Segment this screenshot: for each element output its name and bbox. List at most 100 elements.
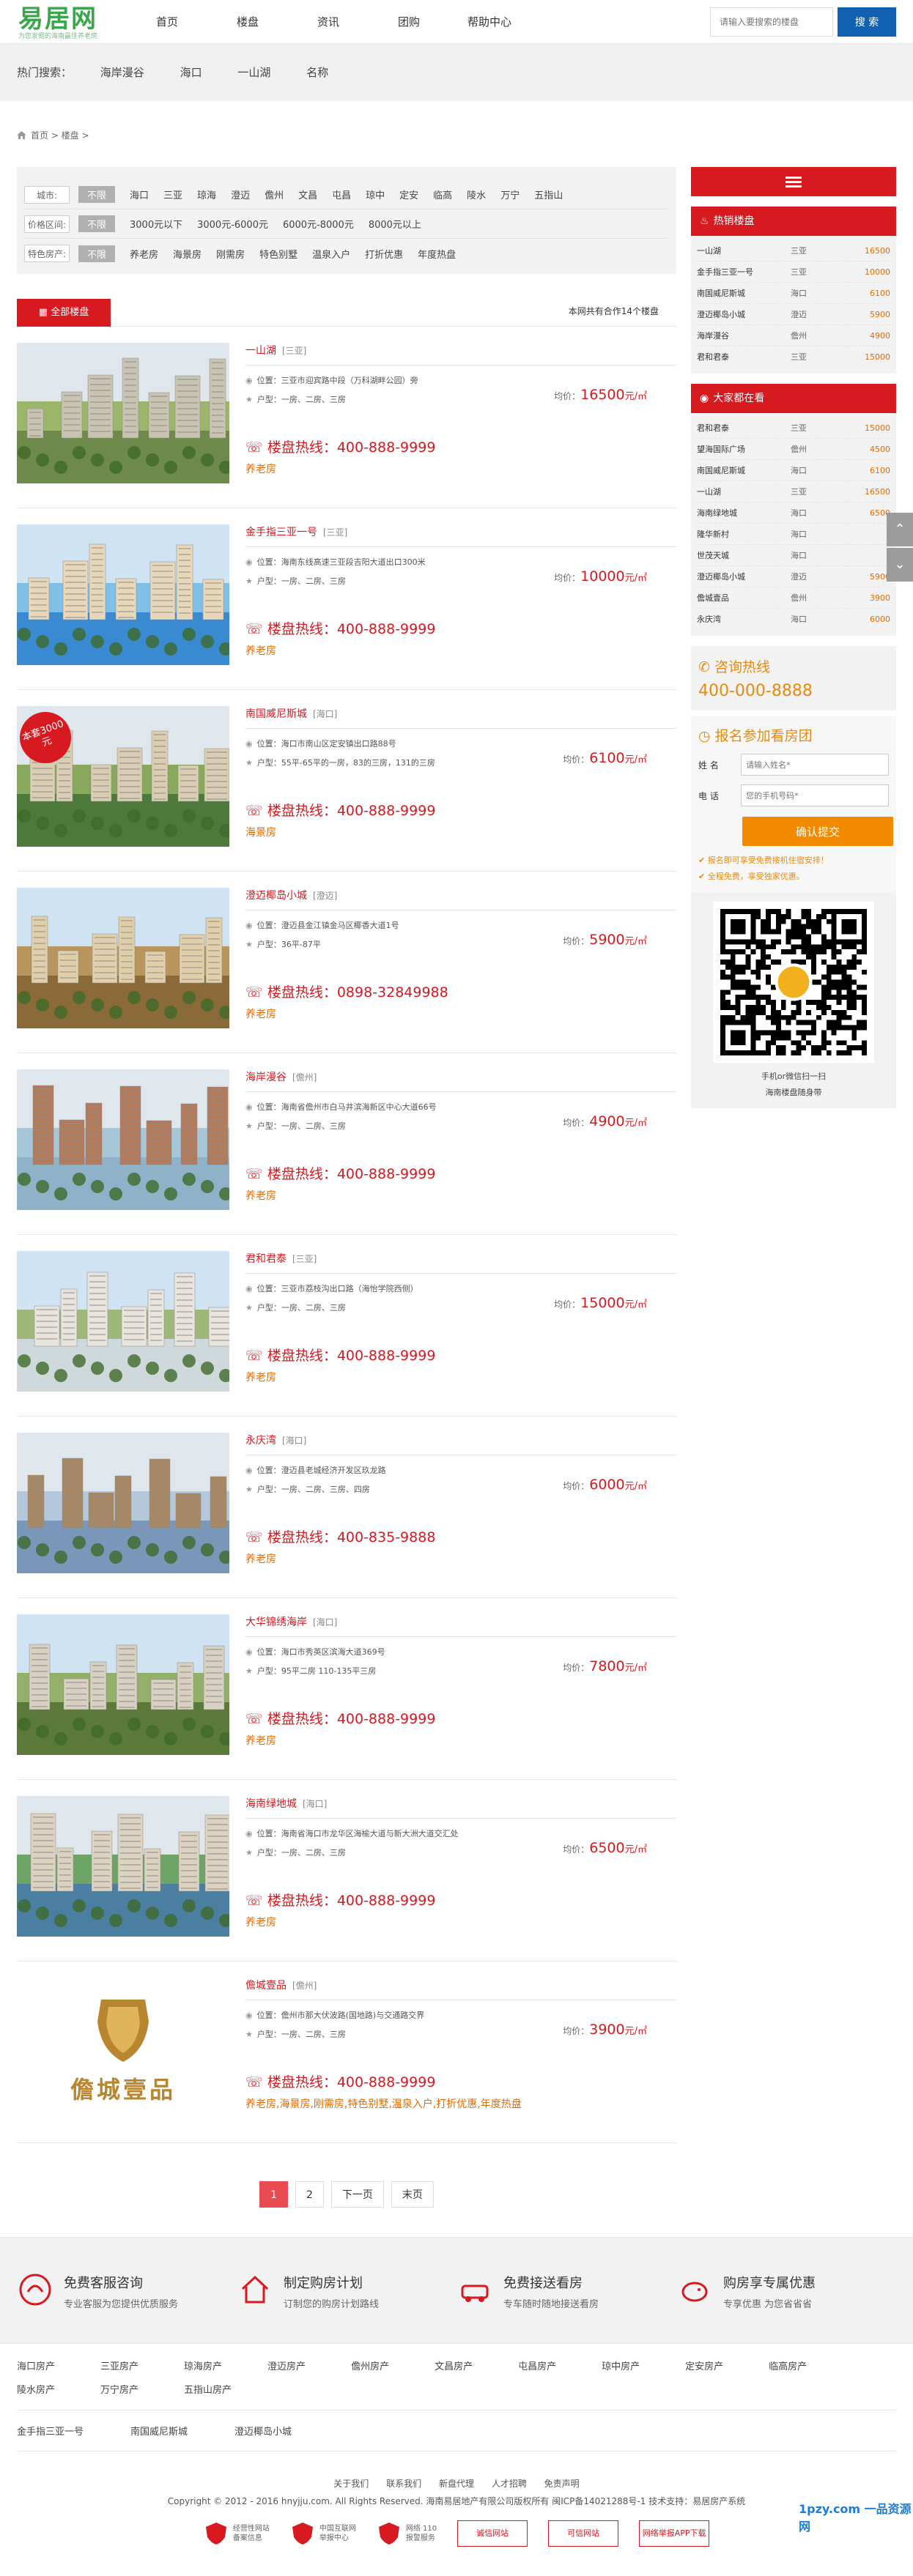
rank-row[interactable]: 海岸漫谷 儋州 4900: [697, 325, 890, 346]
rank-row[interactable]: 澄迈椰岛小城 澄迈 5900: [697, 304, 890, 325]
property-hotline[interactable]: ☏ 楼盘热线：400-888-9999: [245, 800, 435, 820]
rank-row[interactable]: 一山湖 三亚 16500: [697, 240, 890, 261]
filter-option[interactable]: 3000元-6000元: [197, 217, 268, 231]
property-tag[interactable]: 养老房: [245, 1188, 276, 1203]
property-photo[interactable]: [17, 1069, 229, 1210]
property-hotline[interactable]: ☏ 楼盘热线：400-888-9999: [245, 1345, 435, 1365]
property-hotline[interactable]: ☏ 楼盘热线：400-835-9888: [245, 1526, 435, 1546]
filter-option[interactable]: 打折优惠: [365, 247, 403, 261]
property-tag[interactable]: 养老房: [245, 1006, 276, 1021]
nav-help[interactable]: 帮助中心: [449, 0, 530, 44]
property-tag[interactable]: 养老房,海景房,刚需房,特色别墅,温泉入户,打折优惠,年度热盘: [245, 2096, 522, 2111]
property-hotline[interactable]: ☏ 楼盘热线：400-888-9999: [245, 1708, 435, 1728]
submit-button[interactable]: 确认提交: [742, 817, 893, 846]
rank-row[interactable]: 隆华新村 海口: [697, 524, 890, 545]
nav-properties[interactable]: 楼盘: [207, 0, 288, 44]
nav-groupbuy[interactable]: 团购: [369, 0, 449, 44]
filter-option-selected[interactable]: 不限: [78, 245, 116, 262]
filter-option[interactable]: 琼海: [197, 188, 216, 201]
filter-option[interactable]: 三亚: [163, 188, 182, 201]
property-photo[interactable]: [17, 524, 229, 665]
rank-row[interactable]: 君和君泰 三亚 15000: [697, 417, 890, 439]
trust-badge[interactable]: 诚信网站: [457, 2520, 528, 2547]
filter-option[interactable]: 海口: [130, 188, 149, 201]
rank-row[interactable]: 南国威尼斯城 海口 6100: [697, 283, 890, 304]
property-photo[interactable]: 儋城壹品: [17, 1978, 229, 2118]
rank-row[interactable]: 儋城壹品 儋州 3900: [697, 587, 890, 609]
property-name[interactable]: 君和君泰: [245, 1253, 287, 1265]
filter-option[interactable]: 儋州: [265, 188, 284, 201]
filter-option[interactable]: 温泉入户: [312, 247, 350, 261]
rank-row[interactable]: 一山湖 三亚 16500: [697, 481, 890, 502]
page-1[interactable]: 1: [259, 2181, 288, 2208]
filter-option[interactable]: 养老房: [130, 247, 158, 261]
filter-option[interactable]: 3000元以下: [130, 217, 182, 231]
rank-row[interactable]: 澄迈椰岛小城 澄迈 5900: [697, 566, 890, 587]
property-hotline[interactable]: ☏ 楼盘热线：400-888-9999: [245, 437, 435, 456]
city-link[interactable]: 儋州房产: [351, 2356, 389, 2379]
property-hotline[interactable]: ☏ 楼盘热线：400-888-9999: [245, 1890, 435, 1909]
filter-option-selected[interactable]: 不限: [78, 186, 116, 203]
breadcrumb-text[interactable]: 首页 > 楼盘 >: [31, 130, 89, 141]
phone-field[interactable]: [741, 784, 889, 806]
page-next[interactable]: 下一页: [330, 2181, 384, 2208]
filter-option[interactable]: 陵水: [467, 188, 486, 201]
trust-badge[interactable]: 可信网站: [548, 2520, 619, 2547]
trust-badge[interactable]: 中国互联网 举报中心: [290, 2520, 356, 2547]
site-logo[interactable]: 易居网 为您发掘的海南最佳养老房: [18, 6, 97, 40]
property-hotline[interactable]: ☏ 楼盘热线：400-888-9999: [245, 618, 435, 638]
footer-link[interactable]: 新盘代理: [439, 2479, 474, 2489]
filter-option-selected[interactable]: 不限: [78, 215, 116, 232]
city-link[interactable]: 临高房产: [769, 2356, 807, 2379]
city-link[interactable]: 海口房产: [17, 2356, 55, 2379]
hot-search-item[interactable]: 一山湖: [237, 66, 270, 79]
nav-news[interactable]: 资讯: [288, 0, 369, 44]
nav-home[interactable]: 首页: [127, 0, 207, 44]
filter-option[interactable]: 定安: [399, 188, 418, 201]
rank-row[interactable]: 君和君泰 三亚 15000: [697, 346, 890, 368]
filter-option[interactable]: 万宁: [500, 188, 520, 201]
search-input[interactable]: [710, 7, 833, 37]
property-hotline[interactable]: ☏ 楼盘热线：0898-32849988: [245, 981, 448, 1001]
property-name[interactable]: 儋城壹品: [245, 1980, 287, 1992]
property-tag[interactable]: 养老房: [245, 1733, 276, 1748]
friend-link[interactable]: 金手指三亚一号: [17, 2424, 84, 2438]
property-name[interactable]: 大华锦绣海岸: [245, 1617, 307, 1628]
property-name[interactable]: 海岸漫谷: [245, 1072, 287, 1083]
filter-option[interactable]: 刚需房: [216, 247, 245, 261]
filter-option[interactable]: 琼中: [366, 188, 385, 201]
property-photo[interactable]: [17, 1251, 229, 1392]
filter-option[interactable]: 文昌: [298, 188, 317, 201]
city-link[interactable]: 琼中房产: [602, 2356, 640, 2379]
footer-link[interactable]: 联系我们: [386, 2479, 421, 2489]
property-hotline[interactable]: ☏ 楼盘热线：400-888-9999: [245, 1163, 435, 1183]
rank-row[interactable]: 海南绿地城 海口 6500: [697, 502, 890, 524]
city-link[interactable]: 琼海房产: [184, 2356, 222, 2379]
property-photo[interactable]: [17, 888, 229, 1028]
property-tag[interactable]: 海景房: [245, 825, 276, 839]
scroll-up-arrow-icon[interactable]: ⌃: [887, 513, 913, 546]
filter-option[interactable]: 澄迈: [231, 188, 250, 201]
filter-option[interactable]: 海景房: [173, 247, 202, 261]
hot-search-item[interactable]: 海口: [180, 66, 202, 79]
property-photo[interactable]: [17, 1796, 229, 1937]
trust-badge[interactable]: 网络举报APP下载: [639, 2520, 710, 2547]
property-photo[interactable]: [17, 1433, 229, 1573]
property-name[interactable]: 澄迈椰岛小城: [245, 890, 307, 902]
property-name[interactable]: 金手指三亚一号: [245, 527, 317, 538]
city-link[interactable]: 陵水房产: [17, 2379, 55, 2402]
property-tag[interactable]: 养老房: [245, 1370, 276, 1384]
property-name[interactable]: 海南绿地城: [245, 1798, 297, 1810]
rank-row[interactable]: 永庆湾 海口 6000: [697, 609, 890, 630]
property-tag[interactable]: 养老房: [245, 1551, 276, 1566]
rank-row[interactable]: 望海国际广场 儋州 4500: [697, 439, 890, 460]
filter-option[interactable]: 屯昌: [332, 188, 351, 201]
city-link[interactable]: 五指山房产: [184, 2379, 232, 2402]
footer-link[interactable]: 免责声明: [544, 2479, 580, 2489]
property-photo[interactable]: 本套3000元: [17, 706, 229, 847]
hot-search-item[interactable]: 海岸漫谷: [100, 66, 144, 79]
rank-row[interactable]: 金手指三亚一号 三亚 10000: [697, 261, 890, 283]
trust-badge[interactable]: 经营性网站 备案信息: [204, 2520, 270, 2547]
property-name[interactable]: 一山湖: [245, 345, 276, 357]
property-tag[interactable]: 养老房: [245, 643, 276, 658]
